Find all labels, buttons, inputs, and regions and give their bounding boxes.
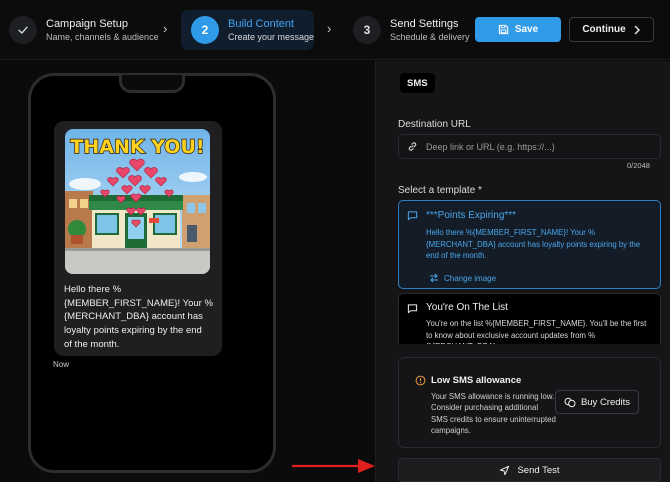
mms-image: THANK YOU!	[65, 129, 210, 274]
template-title: ***Points Expiring***	[426, 210, 517, 221]
check-icon	[9, 16, 37, 44]
step-number: 2	[191, 16, 219, 44]
image-caption: THANK YOU!	[70, 136, 204, 158]
buy-credits-label: Buy Credits	[580, 396, 631, 408]
send-test-button[interactable]: Send Test	[398, 458, 661, 482]
content-editor-panel: SMS Destination URL 0/2048 Select a temp…	[375, 61, 670, 482]
save-label: Save	[514, 24, 539, 35]
destination-url-field[interactable]	[398, 134, 661, 159]
swap-icon	[430, 273, 438, 283]
step-subtitle: Schedule & delivery	[390, 31, 470, 42]
message-icon	[407, 211, 418, 221]
alert-body: Your SMS allowance is running low. Consi…	[431, 392, 556, 436]
save-button[interactable]: Save	[475, 17, 561, 42]
send-test-label: Send Test	[517, 464, 560, 476]
chevron-right-icon	[634, 25, 640, 34]
message-preview: THANK YOU! Hello there % {MEMBER_FIRST_N…	[0, 61, 375, 482]
destination-url-label: Destination URL	[398, 119, 471, 130]
phone-notch	[119, 75, 185, 93]
save-icon	[498, 24, 508, 35]
message-bubble: THANK YOU! Hello there % {MEMBER_FIRST_N…	[54, 121, 222, 356]
step-title: Campaign Setup	[46, 17, 128, 30]
step-build-content[interactable]: 2 Build Content Create your message	[181, 10, 314, 50]
step-subtitle: Create your message	[228, 31, 315, 42]
change-image-label: Change image	[444, 273, 497, 283]
template-label: Select a template *	[398, 185, 482, 196]
step-title: Send Settings	[390, 17, 459, 30]
step-subtitle: Name, channels & audience	[46, 31, 159, 42]
alert-title: Low SMS allowance	[431, 375, 522, 386]
template-option-points-expiring[interactable]: ***Points Expiring*** Hello there %{MEMB…	[398, 200, 661, 289]
link-icon	[408, 142, 417, 151]
campaign-stepper: Campaign Setup Name, channels & audience…	[0, 0, 670, 60]
channel-tab-sms[interactable]: SMS	[400, 73, 435, 93]
message-text: Hello there % {MEMBER_FIRST_NAME}! Your …	[64, 284, 213, 350]
template-title: You're On The List	[426, 302, 508, 313]
step-title: Build Content	[228, 17, 295, 30]
destination-url-input[interactable]	[426, 141, 646, 152]
change-image-button[interactable]: Change image	[429, 273, 496, 283]
url-char-counter: 0/2048	[627, 161, 650, 170]
chevron-right-icon: ›	[327, 21, 332, 36]
chevron-right-icon: ›	[163, 21, 168, 36]
annotation-arrow	[292, 459, 375, 473]
template-body: Hello there %{MEMBER_FIRST_NAME}! Your %…	[426, 228, 641, 261]
buy-credits-button[interactable]: Buy Credits	[555, 390, 639, 414]
message-timestamp: Now	[53, 360, 70, 369]
continue-label: Continue	[582, 24, 626, 35]
send-icon	[500, 465, 510, 475]
phone-frame: THANK YOU! Hello there % {MEMBER_FIRST_N…	[28, 73, 276, 473]
step-campaign-setup[interactable]: Campaign Setup Name, channels & audience	[9, 10, 159, 50]
coins-icon	[564, 397, 576, 407]
step-send-settings[interactable]: 3 Send Settings Schedule & delivery	[353, 10, 470, 50]
message-icon	[407, 304, 418, 314]
warning-icon	[415, 375, 426, 386]
low-sms-alert: Low SMS allowance Your SMS allowance is …	[398, 357, 661, 448]
step-number: 3	[353, 16, 381, 44]
continue-button[interactable]: Continue	[569, 17, 654, 42]
